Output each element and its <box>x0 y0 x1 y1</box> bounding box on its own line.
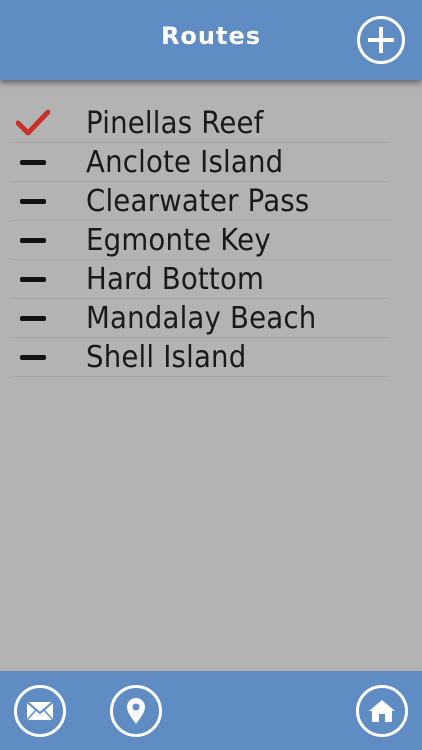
dash-icon <box>20 199 46 204</box>
plus-icon <box>368 27 394 53</box>
route-row[interactable]: Clearwater Pass <box>12 182 387 221</box>
route-row[interactable]: Pinellas Reef <box>12 104 387 143</box>
home-icon <box>369 700 395 722</box>
route-name: Shell Island <box>86 340 247 375</box>
route-row[interactable]: Egmonte Key <box>12 221 387 260</box>
route-row[interactable]: Anclote Island <box>12 143 387 182</box>
route-name: Mandalay Beach <box>86 301 317 336</box>
route-name: Clearwater Pass <box>86 184 310 219</box>
home-button[interactable] <box>356 685 408 737</box>
check-icon <box>16 109 50 136</box>
footer-bar <box>0 671 422 750</box>
dash-icon <box>20 355 46 360</box>
routes-screen: Routes Pinellas Reef Anclote Island Clea… <box>0 0 422 750</box>
location-pin-icon <box>127 698 145 724</box>
route-name: Anclote Island <box>86 145 284 180</box>
route-name: Hard Bottom <box>86 262 265 297</box>
route-name: Pinellas Reef <box>86 106 264 141</box>
dash-icon <box>20 277 46 282</box>
location-button[interactable] <box>110 685 162 737</box>
dash-icon <box>20 238 46 243</box>
routes-list: Pinellas Reef Anclote Island Clearwater … <box>12 104 387 377</box>
add-route-button[interactable] <box>357 16 405 64</box>
route-row[interactable]: Hard Bottom <box>12 260 387 299</box>
header-bar: Routes <box>0 0 422 80</box>
dash-icon <box>20 316 46 321</box>
mail-button[interactable] <box>14 685 66 737</box>
route-row[interactable]: Shell Island <box>12 338 387 377</box>
route-row[interactable]: Mandalay Beach <box>12 299 387 338</box>
mail-icon <box>26 701 54 721</box>
route-name: Egmonte Key <box>86 223 271 258</box>
dash-icon <box>20 160 46 165</box>
